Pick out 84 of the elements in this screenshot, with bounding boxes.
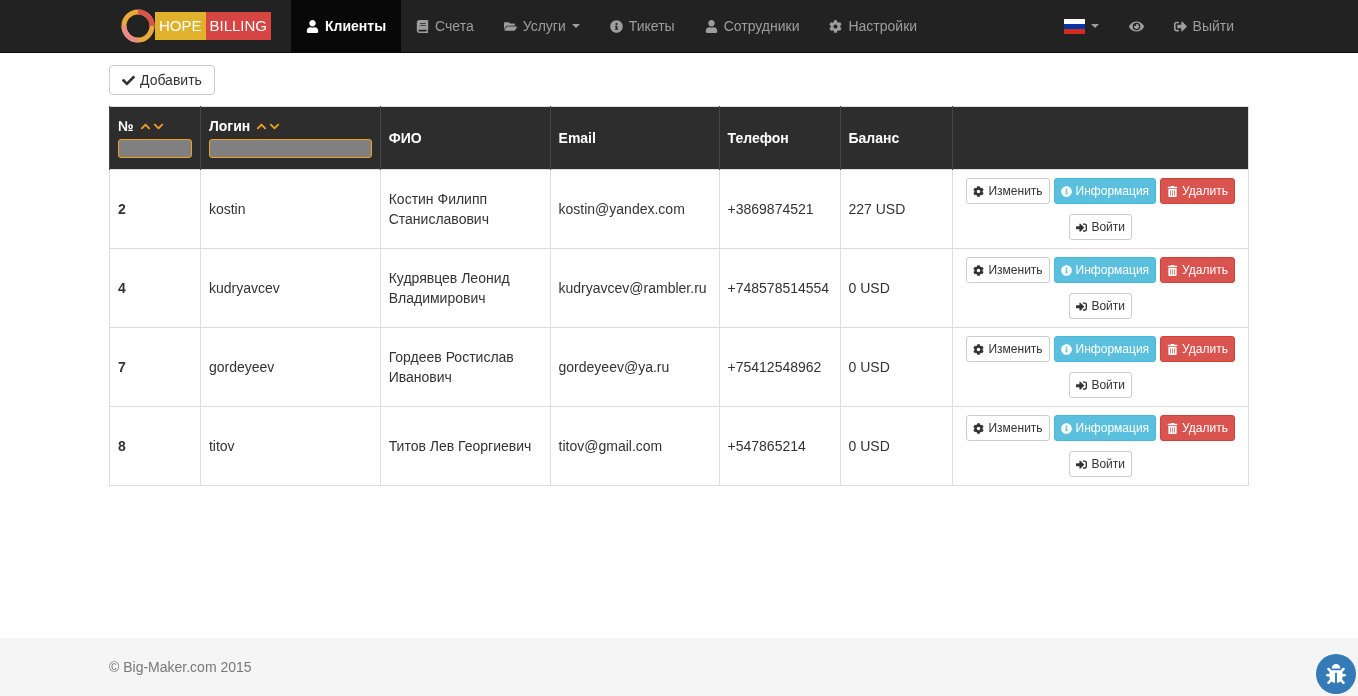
nav-item[interactable]: Настройки <box>814 0 933 52</box>
login-button[interactable]: Войти <box>1069 451 1132 477</box>
folder-icon <box>503 19 517 33</box>
info-icon <box>609 19 623 33</box>
sign-in-icon <box>1076 221 1088 233</box>
column-header: Логин <box>208 118 251 134</box>
trash-icon <box>1167 185 1179 197</box>
edit-button[interactable]: Изменить <box>966 257 1050 283</box>
settings-icon <box>829 19 843 33</box>
login-button[interactable]: Войти <box>1069 214 1132 240</box>
trash-icon <box>1167 264 1179 276</box>
table-cell: 8 <box>118 438 126 454</box>
sign-in-icon <box>1076 379 1088 391</box>
table-cell: kudryavcev@rambler.ru <box>558 280 707 296</box>
filter-field[interactable] <box>208 139 372 158</box>
info-icon <box>1060 343 1072 355</box>
table-cell: Гордеев Ростислав Иванович <box>388 349 514 385</box>
trash-icon <box>1167 422 1179 434</box>
table-cell: 0 USD <box>848 438 890 454</box>
nav-item[interactable]: Клиенты <box>291 0 402 52</box>
logo-text: BILLING <box>205 12 272 40</box>
table-cell: 4 <box>118 280 126 296</box>
table-cell: +748578514554 <box>727 280 830 296</box>
sign-in-icon <box>1076 300 1088 312</box>
table-cell: gordeyeev@ya.ru <box>558 359 670 375</box>
settings-icon <box>973 264 985 276</box>
delete-button[interactable]: Удалить <box>1160 415 1235 441</box>
nav-item[interactable]: Тикеты <box>594 0 690 52</box>
info-icon <box>1060 185 1072 197</box>
sign-out-icon <box>1173 19 1187 33</box>
person-icon <box>306 19 319 33</box>
table-cell: Костин Филипп Станиславович <box>388 191 489 227</box>
column-header: № <box>118 118 134 134</box>
table-cell: +547865214 <box>727 438 806 454</box>
table-cell: 2 <box>118 201 126 217</box>
column-header: ФИО <box>388 130 422 146</box>
nav-item[interactable]: Услуги <box>488 0 595 52</box>
delete-button[interactable]: Удалить <box>1160 336 1235 362</box>
table-cell: Титов Лев Георгиевич <box>388 438 532 454</box>
login-button[interactable]: Войти <box>1069 293 1132 319</box>
table-cell: 0 USD <box>848 359 890 375</box>
info-icon <box>1060 264 1072 276</box>
add-button[interactable]: Добавить <box>109 65 215 95</box>
settings-icon <box>973 422 985 434</box>
trash-icon <box>1167 343 1179 355</box>
table-cell: 227 USD <box>848 201 906 217</box>
edit-button[interactable]: Изменить <box>966 178 1050 204</box>
column-header: Баланс <box>848 130 900 146</box>
settings-icon <box>973 343 985 355</box>
bug-icon <box>1326 664 1346 684</box>
edit-button[interactable]: Изменить <box>966 415 1050 441</box>
book-icon <box>416 19 430 33</box>
table-cell: kostin <box>208 201 246 217</box>
table-cell: titov <box>208 438 235 454</box>
nav-item[interactable]: Счета <box>401 0 489 52</box>
footer-text: © Big-Maker.com 2015 <box>109 659 253 675</box>
table-cell: kudryavcev <box>208 280 280 296</box>
table-cell: titov@gmail.com <box>558 438 663 454</box>
person-icon <box>704 19 718 33</box>
bug-report-button[interactable] <box>1316 654 1356 694</box>
table-cell: 0 USD <box>848 280 890 296</box>
table-cell: +3869874521 <box>727 201 814 217</box>
nav-item[interactable]: Сотрудники <box>689 0 815 52</box>
login-button[interactable]: Войти <box>1069 372 1132 398</box>
column-header: Телефон <box>727 130 789 146</box>
caret-icon <box>1090 24 1099 28</box>
table-cell: Кудрявцев Леонид Владимирович <box>388 270 510 306</box>
table-cell: gordeyeev <box>208 359 275 375</box>
column-header: Email <box>558 130 596 146</box>
settings-icon <box>973 185 985 197</box>
caret-icon <box>571 24 580 28</box>
logout-link[interactable]: Выйти <box>1158 0 1249 52</box>
check-icon <box>122 73 135 87</box>
delete-button[interactable]: Удалить <box>1160 178 1235 204</box>
table-cell: +75412548962 <box>727 359 822 375</box>
filter-field[interactable] <box>118 139 192 158</box>
table-cell: kostin@yandex.com <box>558 201 685 217</box>
info-icon <box>1060 422 1072 434</box>
sign-in-icon <box>1076 458 1088 470</box>
delete-button[interactable]: Удалить <box>1160 257 1235 283</box>
table-cell: 7 <box>118 359 126 375</box>
logo-text: HOPE <box>155 12 206 40</box>
flag-icon <box>1063 18 1085 34</box>
edit-button[interactable]: Изменить <box>966 336 1050 362</box>
